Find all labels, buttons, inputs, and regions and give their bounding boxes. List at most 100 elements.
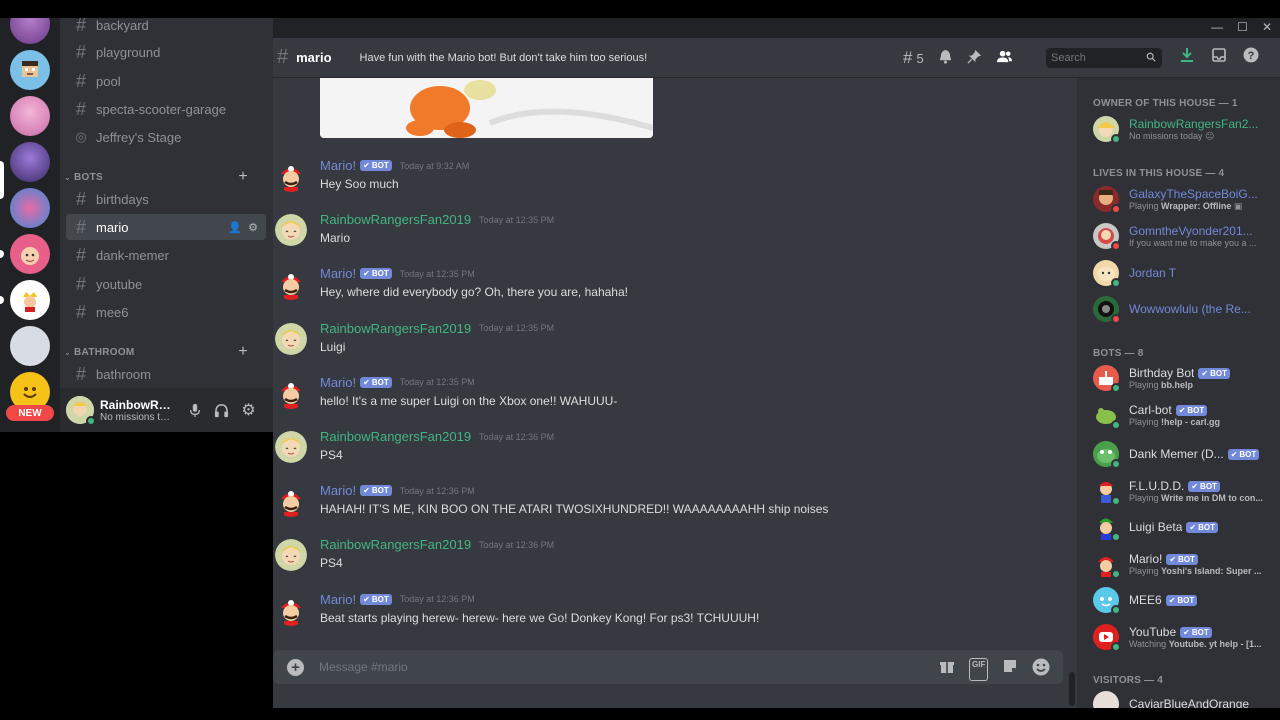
chat-message[interactable]: RainbowRangersFan2019 Today at 12:35 PM Lu… [273, 321, 1063, 371]
member-resident[interactable]: GomntheVyonder201... If you want me to ma… [1093, 219, 1279, 253]
help-icon[interactable]: ? [1243, 47, 1259, 68]
server-icon-1[interactable] [10, 18, 50, 44]
member-owner[interactable]: RainbowRangersFan2... No missions today 😐 [1093, 112, 1279, 146]
channel-playground[interactable]: # playground [66, 39, 266, 65]
checkmark-icon: ✔ [1230, 449, 1238, 459]
server-icon-3[interactable] [10, 96, 50, 136]
chat-message[interactable]: RainbowRangersFan2019 Today at 12:36 PM PS… [273, 537, 1063, 587]
visitors-heading: VISITORS — 4 [1093, 675, 1164, 686]
message-author[interactable]: Mario! [320, 375, 356, 390]
inbox-icon[interactable] [1211, 47, 1227, 68]
channel-birthdays[interactable]: # birthdays [66, 186, 266, 212]
chat-message[interactable]: Mario! ✔ BOT Today at 12:35 PM hello! It's a… [273, 375, 1063, 425]
avatar[interactable] [275, 593, 307, 626]
add-channel-icon[interactable]: + [238, 168, 248, 186]
channel-backyard[interactable]: # backyard [66, 18, 266, 38]
server-icon-mario[interactable] [10, 280, 50, 320]
close-icon[interactable]: ✕ [1262, 20, 1272, 34]
user-settings-gear-icon[interactable]: ⚙ [240, 402, 257, 419]
member-visitor[interactable]: CaviarBlueAndOrange [1093, 687, 1279, 708]
channel-topic[interactable]: Have fun with the Mario bot! But don't t… [360, 52, 648, 64]
chat-message[interactable]: Mario! ✔ BOT Today at 12:36 PM HAHAH! IT'S M… [273, 483, 1063, 533]
chat-message[interactable]: Mario! ✔ BOT Today at 9:32 AM Hey Soo much [273, 158, 1063, 208]
member-resident[interactable]: Wowwowlulu (the Re... [1093, 292, 1279, 326]
embedded-image[interactable] [320, 78, 653, 138]
maximize-icon[interactable]: ☐ [1237, 20, 1248, 34]
channel-mario[interactable]: # mario 👤 ⚙ [66, 214, 266, 240]
chat-message[interactable]: Mario! ✔ BOT Today at 12:35 PM Hey, where di… [273, 266, 1063, 316]
channel-pool[interactable]: # pool [66, 68, 266, 94]
search-input[interactable]: Search [1046, 48, 1162, 68]
avatar[interactable] [275, 214, 307, 247]
gif-button[interactable]: GIF [969, 658, 989, 681]
pin-icon[interactable] [967, 49, 982, 67]
download-icon[interactable] [1179, 47, 1195, 68]
avatar[interactable] [275, 268, 307, 301]
message-author[interactable]: RainbowRangersFan2019 [320, 212, 471, 227]
chat-message[interactable]: RainbowRangersFan2019 Today at 12:35 PM Ma… [273, 212, 1063, 262]
member-bot[interactable]: Mario! ✔ BOT Playing Yoshi's Island: Super … [1093, 547, 1279, 581]
hash-icon: # [75, 273, 86, 294]
gift-icon[interactable] [939, 658, 955, 681]
minimize-icon[interactable]: — [1211, 20, 1223, 34]
channel-specta-scooter-garage[interactable]: # specta-scooter-garage [66, 96, 266, 122]
message-author[interactable]: Mario! [320, 158, 356, 173]
message-author[interactable]: Mario! [320, 483, 356, 498]
microphone-icon[interactable] [186, 402, 203, 419]
member-bot[interactable]: YouTube ✔ BOT Watching Youtube. yt help - [… [1093, 620, 1279, 654]
presence-status-dot [1111, 569, 1121, 579]
avatar[interactable] [275, 160, 307, 192]
chat-scrollbar[interactable] [1069, 672, 1075, 706]
bell-icon[interactable] [938, 49, 953, 67]
gear-icon[interactable]: ⚙ [248, 221, 258, 234]
avatar[interactable] [275, 376, 307, 409]
message-author[interactable]: Mario! [320, 592, 356, 607]
mario-run-image [320, 78, 653, 138]
category-bots[interactable]: ⌄ BOTS + [64, 168, 248, 186]
avatar[interactable] [66, 396, 96, 426]
server-icon-8[interactable] [10, 326, 50, 366]
bot-badge-label: BOT [1200, 481, 1217, 491]
member-resident[interactable]: Jordan T [1093, 256, 1279, 290]
member-bot[interactable]: Carl-bot ✔ BOT Playing !help - carl.gg [1093, 398, 1279, 432]
invite-icon[interactable]: 👤 [228, 221, 242, 234]
message-input[interactable] [319, 658, 879, 676]
server-icon-minecraft[interactable] [10, 50, 50, 90]
channel-jeffreys-stage[interactable]: ◎ Jeffrey's Stage [66, 124, 266, 150]
avatar[interactable] [275, 431, 307, 463]
avatar[interactable] [275, 322, 307, 355]
members-icon[interactable] [996, 49, 1013, 67]
user-info[interactable]: RainbowRa... No missions to... [100, 398, 172, 423]
emoji-icon[interactable] [1032, 658, 1050, 681]
channel-bathroom[interactable]: # bathroom [66, 361, 266, 387]
channel-label: pool [96, 73, 121, 89]
server-icon-5[interactable] [10, 188, 50, 228]
message-author[interactable]: RainbowRangersFan2019 [320, 321, 471, 336]
threads-icon[interactable]: # [903, 48, 912, 68]
chat-message[interactable]: Mario! ✔ BOT Today at 12:36 PM Beat starts p… [273, 592, 1063, 642]
chat-message[interactable]: RainbowRangersFan2019 Today at 12:36 PM PS… [273, 429, 1063, 479]
add-channel-icon[interactable]: + [238, 343, 248, 361]
sticker-icon[interactable] [1002, 658, 1018, 681]
member-bot[interactable]: Dank Memer (D... ✔ BOT [1093, 437, 1279, 471]
channel-dank-memer[interactable]: # dank-memer [66, 242, 266, 268]
checkmark-icon: ✔ [363, 594, 370, 604]
add-attachment-icon[interactable]: + [287, 659, 304, 676]
member-bot[interactable]: MEE6 ✔ BOT [1093, 583, 1279, 617]
member-bot[interactable]: Luigi Beta ✔ BOT [1093, 510, 1279, 544]
new-badge[interactable]: NEW [6, 405, 54, 421]
member-bot[interactable]: Birthday Bot ✔ BOT Playing bb.help [1093, 361, 1279, 395]
headphones-icon[interactable] [213, 402, 230, 419]
channel-youtube[interactable]: # youtube [66, 271, 266, 297]
message-author[interactable]: RainbowRangersFan2019 [320, 429, 471, 444]
avatar[interactable] [275, 539, 307, 572]
server-icon-6[interactable] [10, 234, 50, 274]
category-bathroom[interactable]: ⌄ BATHROOM + [64, 343, 248, 361]
channel-mee6[interactable]: # mee6 [66, 299, 266, 325]
message-author[interactable]: Mario! [320, 266, 356, 281]
server-icon-4[interactable] [10, 142, 50, 182]
member-bot[interactable]: F.L.U.D.D. ✔ BOT Playing Write me in DM to … [1093, 474, 1279, 508]
member-resident[interactable]: GalaxyTheSpaceBoiG... Playing Wrapper: Of… [1093, 182, 1279, 216]
avatar[interactable] [275, 485, 307, 518]
message-author[interactable]: RainbowRangersFan2019 [320, 537, 471, 552]
